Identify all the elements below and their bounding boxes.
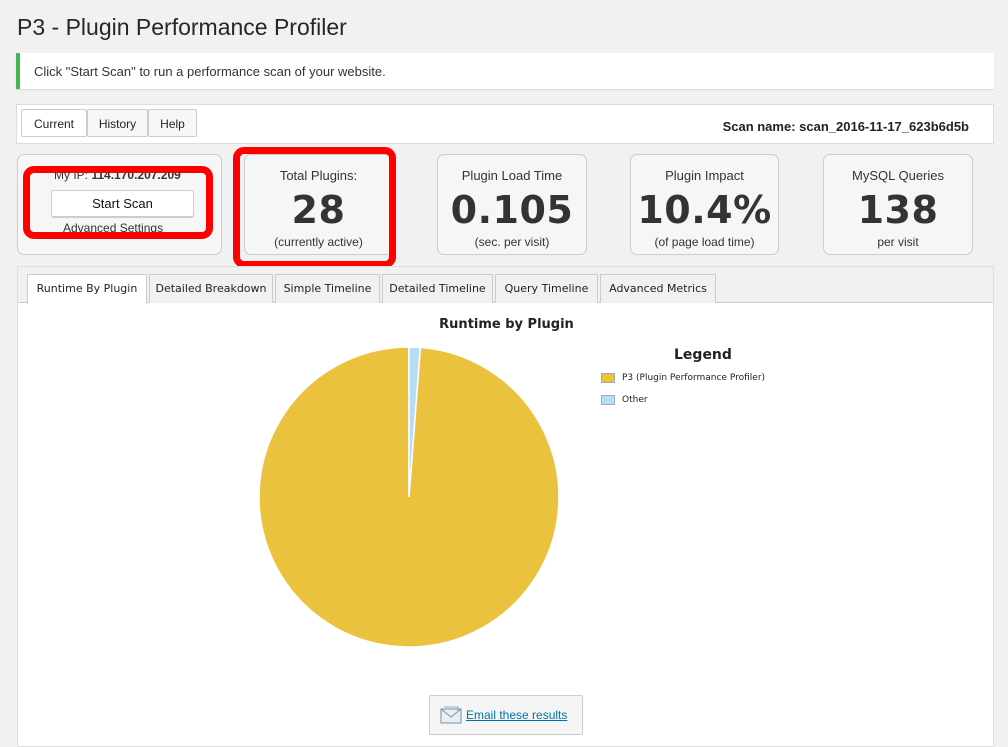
legend-label: Other [622,395,648,405]
scan-name: Scan name: scan_2016-11-17_623b6d5b [722,119,969,134]
legend-swatch [601,395,615,405]
stat-value: 138 [857,188,939,232]
runtime-pie-chart [258,346,560,648]
stat-value: 0.105 [450,188,574,232]
tab-help[interactable]: Help [148,109,197,137]
stat-label: Plugin Impact [665,168,744,183]
envelope-icon [440,706,462,724]
advanced-settings-link[interactable]: Advanced Settings [63,221,163,235]
stat-value: 10.4% [637,188,772,232]
legend-title: Legend [674,347,732,363]
page-title: P3 - Plugin Performance Profiler [17,14,347,40]
stat-sub: (sec. per visit) [474,235,550,249]
scan-box: My IP: 114.170.207.209 Start Scan Advanc… [17,154,222,255]
tab-history[interactable]: History [87,109,148,137]
stat-plugin-load-time: Plugin Load Time 0.105 (sec. per visit) [437,154,587,255]
start-scan-button[interactable]: Start Scan [51,190,194,217]
stat-label: Plugin Load Time [461,168,563,183]
notice-banner: Click "Start Scan" to run a performance … [16,53,994,89]
stat-mysql-queries: MySQL Queries 138 per visit [823,154,973,255]
stat-total-plugins: Total Plugins: 28 (currently active) [244,154,393,255]
email-results-link[interactable]: Email these results [466,708,567,722]
stat-sub: (of page load time) [654,235,755,249]
stat-label: MySQL Queries [852,168,944,183]
legend-label: P3 (Plugin Performance Profiler) [622,373,766,383]
tab-current[interactable]: Current [21,109,87,137]
stat-sub: (currently active) [274,235,363,249]
results-panel: Runtime By Plugin Detailed Breakdown Sim… [17,266,994,747]
notice-text: Click "Start Scan" to run a performance … [34,64,386,79]
stat-label: Total Plugins: [279,168,358,183]
ip-address: My IP: 114.170.207.209 [54,168,181,182]
stat-value: 28 [291,188,346,232]
legend-swatch [601,373,615,383]
nav-panel: Current History Help Scan name: scan_201… [16,104,994,144]
stat-sub: per visit [877,235,919,249]
stat-plugin-impact: Plugin Impact 10.4% (of page load time) [630,154,779,255]
email-results-button[interactable]: Email these results [429,695,583,735]
